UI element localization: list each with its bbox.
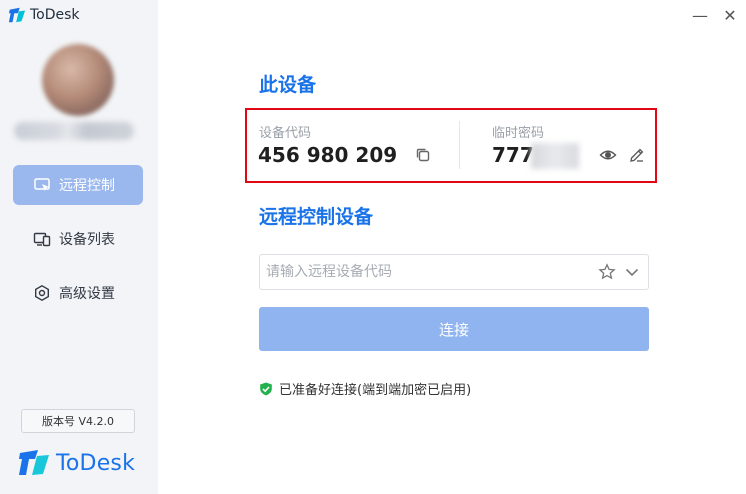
sidebar-item-advanced-settings[interactable]: 高级设置 [13,273,143,313]
device-code-value: 456 980 209 [258,143,398,167]
sidebar-item-label: 高级设置 [59,286,115,302]
brand-logo: ToDesk [18,449,135,477]
status-text: 已准备好连接(端到端加密已启用) [279,383,472,398]
app-title: ToDesk [30,7,80,23]
temp-password-label: 临时密码 [492,126,545,141]
brand-text: ToDesk [56,450,136,476]
password-redaction [531,143,579,169]
sidebar-item-remote-control[interactable]: 远程控制 [13,165,143,205]
eye-icon [599,150,617,160]
remote-code-field [259,254,649,290]
shield-check-icon [259,382,273,396]
sidebar-item-label: 远程控制 [59,178,115,194]
sidebar-item-device-list[interactable]: 设备列表 [13,219,143,259]
todesk-brand-icon [19,450,49,475]
user-name [14,122,134,140]
remote-control-title: 远程控制设备 [259,206,374,228]
favorite-button[interactable] [598,263,616,281]
history-dropdown-button[interactable] [624,264,640,280]
remote-code-input[interactable] [266,255,586,289]
monitor-cursor-icon [33,176,51,194]
divider [459,121,460,169]
this-device-title: 此设备 [259,74,317,96]
copy-button[interactable] [414,146,432,164]
copy-icon [416,148,430,162]
version-badge: 版本号 V4.2.0 [21,409,135,433]
temp-password-value: 777 [492,143,534,167]
sidebar-nav: 远程控制 设备列表 高级设置 [13,165,143,327]
close-button[interactable]: ✕ [722,6,738,26]
connect-button[interactable]: 连接 [259,307,649,351]
show-password-button[interactable] [599,146,617,164]
window-controls: — ✕ [692,6,738,26]
sidebar: ToDesk 远程控制 设备列表 高级设置 版本号 V4.2.0 ToDesk [0,0,158,494]
connection-status: 已准备好连接(端到端加密已启用) [259,379,471,398]
sidebar-item-label: 设备列表 [59,232,115,248]
pencil-icon [630,148,644,162]
devices-icon [33,230,51,248]
chevron-down-icon [625,268,639,277]
edit-password-button[interactable] [628,146,646,164]
hexagon-settings-icon [33,284,51,302]
device-code-label: 设备代码 [259,126,312,141]
todesk-logo-icon [8,6,26,24]
star-icon [598,263,616,280]
minimize-button[interactable]: — [692,6,708,26]
app-header: ToDesk [8,6,80,24]
avatar[interactable] [42,44,114,116]
